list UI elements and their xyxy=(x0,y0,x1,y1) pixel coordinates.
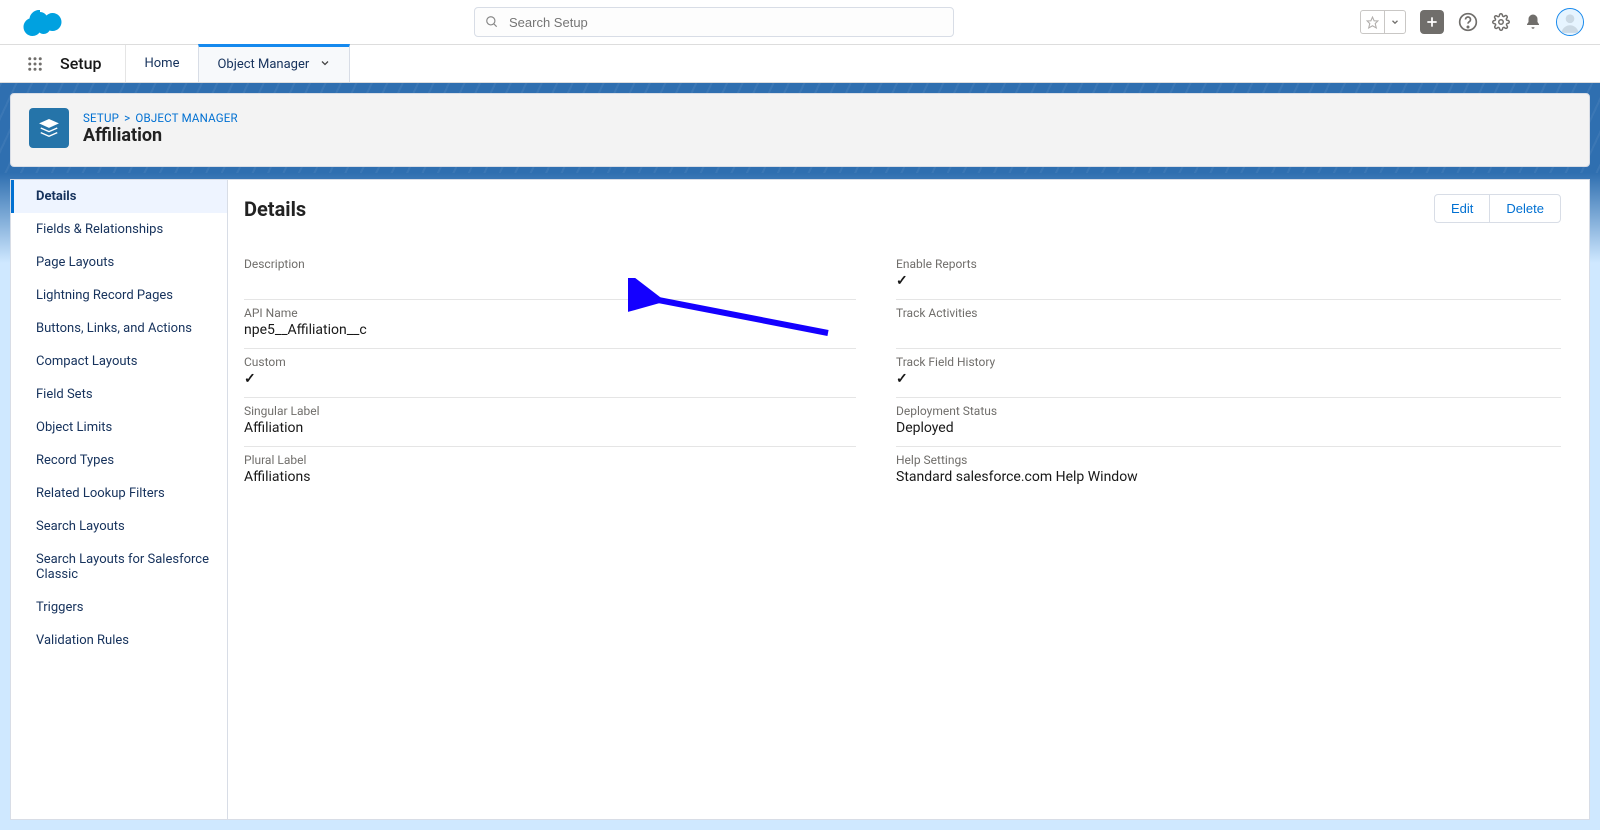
field-label: API Name xyxy=(244,306,856,320)
field-value: Standard salesforce.com Help Window xyxy=(896,469,1561,487)
object-sidebar: Details Fields & Relationships Page Layo… xyxy=(10,179,227,820)
field-value xyxy=(896,322,1561,340)
field-label: Description xyxy=(244,257,856,271)
field-description: Description xyxy=(244,251,856,299)
gear-icon xyxy=(1492,13,1510,31)
sidebar-item-fields[interactable]: Fields & Relationships xyxy=(11,213,227,246)
avatar-icon xyxy=(1557,9,1583,35)
sidebar-item-page-layouts[interactable]: Page Layouts xyxy=(11,246,227,279)
field-custom: Custom ✓ xyxy=(244,348,856,397)
tab-home[interactable]: Home xyxy=(126,45,198,82)
plus-icon xyxy=(1425,15,1439,29)
global-header xyxy=(0,0,1600,45)
breadcrumb: SETUP > OBJECT MANAGER xyxy=(83,111,238,125)
star-icon xyxy=(1361,11,1384,33)
sidebar-item-lightning-pages[interactable]: Lightning Record Pages xyxy=(11,279,227,312)
favorites-button[interactable] xyxy=(1360,10,1406,34)
field-help-settings: Help Settings Standard salesforce.com He… xyxy=(896,446,1561,495)
field-singular-label: Singular Label Affiliation xyxy=(244,397,856,446)
field-api-name: API Name npe5__Affiliation__c xyxy=(244,299,856,348)
layers-icon xyxy=(38,117,60,139)
field-label: Track Field History xyxy=(896,355,1561,369)
field-track-field-history: Track Field History ✓ xyxy=(896,348,1561,397)
brand-band: SETUP > OBJECT MANAGER Affiliation xyxy=(0,83,1600,173)
breadcrumb-object-manager[interactable]: OBJECT MANAGER xyxy=(135,111,237,125)
field-value: Affiliations xyxy=(244,469,856,487)
avatar[interactable] xyxy=(1556,8,1584,36)
field-label: Plural Label xyxy=(244,453,856,467)
sidebar-item-triggers[interactable]: Triggers xyxy=(11,591,227,624)
setup-gear-button[interactable] xyxy=(1492,13,1510,31)
breadcrumb-separator: > xyxy=(122,111,132,125)
help-button[interactable] xyxy=(1458,12,1478,32)
field-value xyxy=(244,273,856,291)
field-value: Affiliation xyxy=(244,420,856,438)
field-label: Deployment Status xyxy=(896,404,1561,418)
global-actions-button[interactable] xyxy=(1420,10,1444,34)
field-value: npe5__Affiliation__c xyxy=(244,322,856,340)
sidebar-item-object-limits[interactable]: Object Limits xyxy=(11,411,227,444)
detail-left-column: Description API Name npe5__Affiliation__… xyxy=(244,251,856,495)
field-value: Deployed xyxy=(896,420,1561,438)
chevron-down-icon xyxy=(1384,11,1405,33)
field-label: Track Activities xyxy=(896,306,1561,320)
delete-button[interactable]: Delete xyxy=(1489,194,1561,223)
breadcrumb-setup[interactable]: SETUP xyxy=(83,111,119,125)
field-plural-label: Plural Label Affiliations xyxy=(244,446,856,495)
sidebar-item-field-sets[interactable]: Field Sets xyxy=(11,378,227,411)
chevron-down-icon xyxy=(319,57,331,73)
sidebar-item-search-layouts[interactable]: Search Layouts xyxy=(11,510,227,543)
field-deployment-status: Deployment Status Deployed xyxy=(896,397,1561,446)
body: Details Fields & Relationships Page Layo… xyxy=(0,173,1600,830)
detail-heading: Details xyxy=(244,197,306,221)
object-icon xyxy=(29,108,69,148)
salesforce-logo-icon xyxy=(20,6,68,38)
field-label: Help Settings xyxy=(896,453,1561,467)
help-icon xyxy=(1458,12,1478,32)
page-header: SETUP > OBJECT MANAGER Affiliation xyxy=(10,93,1590,167)
header-utilities xyxy=(1360,8,1584,36)
field-value: ✓ xyxy=(244,371,856,389)
page-title: Affiliation xyxy=(83,125,238,146)
app-title: Setup xyxy=(54,45,126,82)
waffle-icon xyxy=(26,55,44,73)
sidebar-item-lookup-filters[interactable]: Related Lookup Filters xyxy=(11,477,227,510)
sidebar-item-validation-rules[interactable]: Validation Rules xyxy=(11,624,227,657)
search-input[interactable] xyxy=(474,7,954,37)
tab-object-manager[interactable]: Object Manager xyxy=(198,44,350,82)
field-label: Singular Label xyxy=(244,404,856,418)
search-input-field[interactable] xyxy=(509,15,943,30)
field-label: Enable Reports xyxy=(896,257,1561,271)
field-track-activities: Track Activities xyxy=(896,299,1561,348)
field-value: ✓ xyxy=(896,371,1561,389)
field-label: Custom xyxy=(244,355,856,369)
detail-right-column: Enable Reports ✓ Track Activities Track … xyxy=(896,251,1561,495)
action-buttons: Edit Delete xyxy=(1434,194,1561,223)
detail-panel: Details Edit Delete Description API Name… xyxy=(227,179,1590,820)
field-enable-reports: Enable Reports ✓ xyxy=(896,251,1561,299)
context-bar: Setup Home Object Manager xyxy=(0,45,1600,83)
sidebar-item-details[interactable]: Details xyxy=(11,180,227,213)
search-icon xyxy=(485,15,499,29)
sidebar-item-search-layouts-classic[interactable]: Search Layouts for Salesforce Classic xyxy=(11,543,227,591)
field-value: ✓ xyxy=(896,273,1561,291)
sidebar-item-compact-layouts[interactable]: Compact Layouts xyxy=(11,345,227,378)
sidebar-item-record-types[interactable]: Record Types xyxy=(11,444,227,477)
edit-button[interactable]: Edit xyxy=(1434,194,1490,223)
bell-icon xyxy=(1524,13,1542,31)
tab-label: Object Manager xyxy=(217,57,309,72)
sidebar-item-buttons-links[interactable]: Buttons, Links, and Actions xyxy=(11,312,227,345)
notifications-button[interactable] xyxy=(1524,13,1542,31)
app-launcher-button[interactable] xyxy=(16,45,54,82)
